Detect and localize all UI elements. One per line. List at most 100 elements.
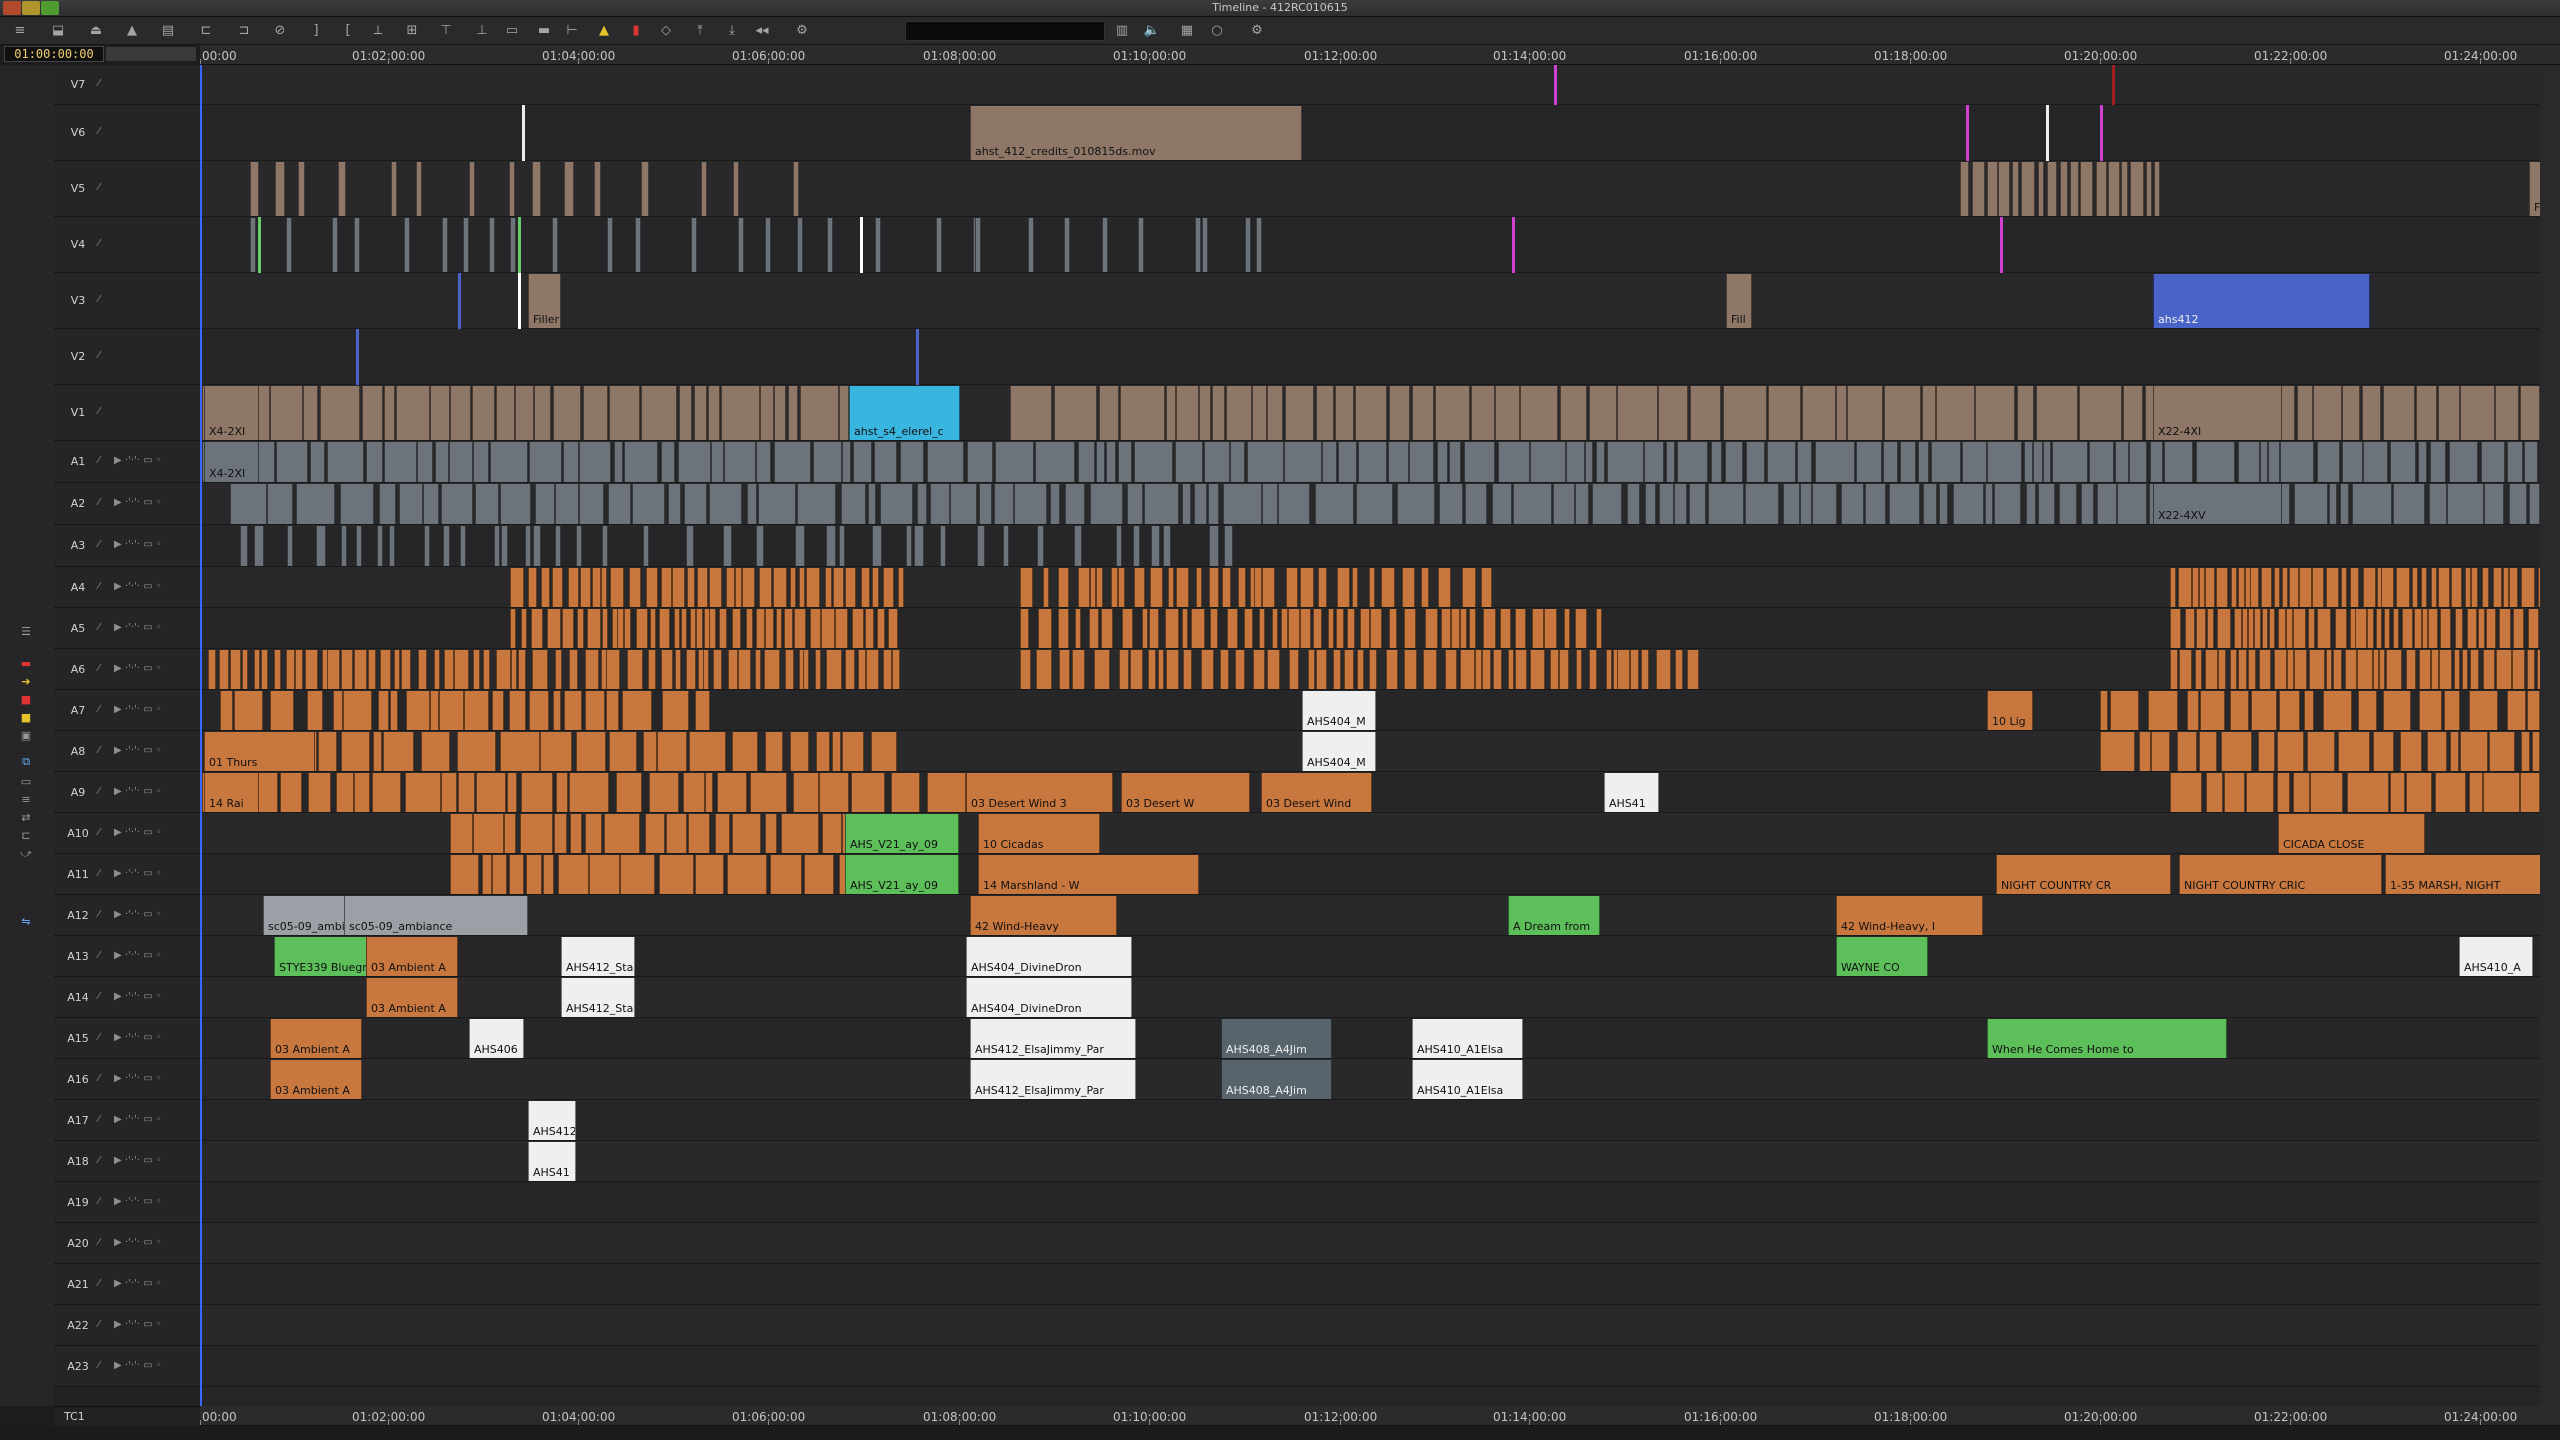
clip-segment[interactable]	[430, 691, 439, 730]
track-label-a19[interactable]: A19 ⁄ ▶ ·'·'· ▭ ◦	[54, 1182, 200, 1223]
clip-segment[interactable]	[1089, 609, 1099, 648]
clip-segment[interactable]	[1289, 650, 1299, 689]
clip-segment[interactable]	[1134, 568, 1145, 607]
clip-segment[interactable]	[2333, 650, 2342, 689]
clip-segment[interactable]	[501, 526, 508, 566]
clip-segment[interactable]	[2340, 484, 2349, 524]
clip-segment[interactable]	[2390, 442, 2416, 482]
clip-segment[interactable]	[2304, 691, 2314, 730]
clip-segment[interactable]	[832, 732, 841, 771]
clip-segment[interactable]	[2217, 609, 2231, 648]
clip-segment[interactable]	[2231, 568, 2237, 607]
clip-segment[interactable]	[1658, 386, 1688, 440]
clip-segment[interactable]	[2179, 650, 2192, 689]
clip-segment[interactable]	[872, 568, 879, 607]
clip-segment[interactable]	[318, 732, 337, 771]
clip-segment[interactable]	[2428, 609, 2438, 648]
clip-segment[interactable]	[1987, 442, 2022, 482]
clip-segment[interactable]	[2279, 691, 2300, 730]
clip-segment[interactable]	[1300, 609, 1311, 648]
bottom-icon[interactable]: ⊥	[470, 22, 494, 40]
clip-segment[interactable]	[1675, 650, 1683, 689]
clip-segment[interactable]	[441, 773, 457, 812]
clip[interactable]: 03 Ambient A	[270, 1060, 362, 1099]
clip-segment[interactable]	[500, 732, 540, 771]
clip-segment[interactable]	[742, 568, 755, 607]
clip-segment[interactable]	[995, 442, 1034, 482]
clip[interactable]: AHS408_A4Jim	[1221, 1019, 1332, 1058]
clip-segment[interactable]	[1166, 386, 1176, 440]
clip-segment[interactable]	[405, 773, 441, 812]
track-lock-icon[interactable]: ⁄	[98, 294, 100, 305]
clip-segment[interactable]	[1515, 650, 1527, 689]
clip-segment[interactable]	[1336, 609, 1344, 648]
track-label-a14[interactable]: A14 ⁄ ▶ ·'·'· ▭ ◦	[54, 977, 200, 1018]
clip-segment[interactable]	[1267, 386, 1283, 440]
clip-segment[interactable]	[1923, 484, 1937, 524]
clip-segment[interactable]	[2268, 442, 2280, 482]
clip-segment[interactable]	[738, 218, 744, 272]
clip-segment[interactable]	[416, 162, 422, 216]
clip-segment[interactable]	[379, 484, 396, 524]
mark-out-icon[interactable]: [	[336, 22, 360, 40]
link-icon[interactable]: ⧉	[16, 755, 36, 769]
clip-segment[interactable]	[2406, 650, 2416, 689]
clip-segment[interactable]	[1254, 568, 1262, 607]
clip-segment[interactable]	[2317, 442, 2340, 482]
clip-segment[interactable]	[657, 732, 687, 771]
clip-segment[interactable]	[2261, 568, 2272, 607]
clip-segment[interactable]	[443, 526, 450, 566]
clip-segment[interactable]	[2520, 386, 2540, 440]
clip-segment[interactable]	[1138, 218, 1144, 272]
track-a16[interactable]	[200, 1059, 2540, 1100]
clip-segment[interactable]	[2484, 484, 2504, 524]
clip-segment[interactable]	[826, 526, 836, 566]
track-lock-icon[interactable]: ⁄	[98, 1319, 100, 1330]
clip-segment[interactable]	[515, 386, 534, 440]
clip-segment[interactable]	[2294, 650, 2307, 689]
clip-segment[interactable]	[2486, 609, 2496, 648]
clip-segment[interactable]	[2495, 386, 2519, 440]
clip-segment[interactable]	[1020, 650, 1031, 689]
clip-segment[interactable]	[659, 855, 694, 894]
clip-segment[interactable]	[1439, 484, 1463, 524]
clip-segment[interactable]	[732, 814, 761, 853]
clip-segment[interactable]	[2274, 568, 2280, 607]
clip-segment[interactable]	[2357, 650, 2373, 689]
clip-segment[interactable]	[648, 650, 656, 689]
clip-segment[interactable]	[1884, 386, 1921, 440]
clip-segment[interactable]	[2280, 442, 2314, 482]
timecode-ruler-top[interactable]: 00:00 01:02:00:00 01:04:00:00 01:06:00:00 01…	[200, 45, 2560, 65]
track-lock-icon[interactable]: ⁄	[98, 704, 100, 715]
clip-segment[interactable]	[2507, 442, 2523, 482]
track-label-a13[interactable]: A13 ⁄ ▶ ·'·'· ▭ ◦	[54, 936, 200, 977]
clip-segment[interactable]	[1412, 386, 1434, 440]
clip-segment[interactable]	[694, 386, 707, 440]
clip[interactable]: AHS404_M	[1302, 732, 1376, 771]
clip[interactable]: X4-2XI	[204, 386, 259, 440]
clip-segment[interactable]	[845, 568, 856, 607]
clip-segment[interactable]	[240, 526, 248, 566]
clip-segment[interactable]	[577, 609, 584, 648]
clip-segment[interactable]	[368, 650, 376, 689]
clip-segment[interactable]	[681, 609, 687, 648]
clip[interactable]: AHS412	[528, 1101, 576, 1140]
clip-segment[interactable]	[1475, 650, 1482, 689]
clip-segment[interactable]	[2460, 732, 2488, 771]
clip-segment[interactable]	[1096, 568, 1103, 607]
clip-segment[interactable]	[723, 526, 732, 566]
clip-segment[interactable]	[417, 442, 433, 482]
clip-segment[interactable]	[622, 691, 652, 730]
clip[interactable]: 14 Marshland - W	[978, 855, 1199, 894]
clip-segment[interactable]	[627, 650, 643, 689]
track-lock-icon[interactable]: ⁄	[98, 455, 100, 466]
clip-segment[interactable]	[270, 386, 303, 440]
clip-segment[interactable]	[1589, 650, 1597, 689]
clip[interactable]: Filler	[2529, 162, 2540, 216]
clip-segment[interactable]	[2100, 732, 2135, 771]
clip-segment[interactable]	[2430, 442, 2446, 482]
clip-segment[interactable]	[1483, 609, 1496, 648]
clip-segment[interactable]	[765, 732, 783, 771]
clip-segment[interactable]	[230, 484, 267, 524]
clip-segment[interactable]	[803, 650, 809, 689]
